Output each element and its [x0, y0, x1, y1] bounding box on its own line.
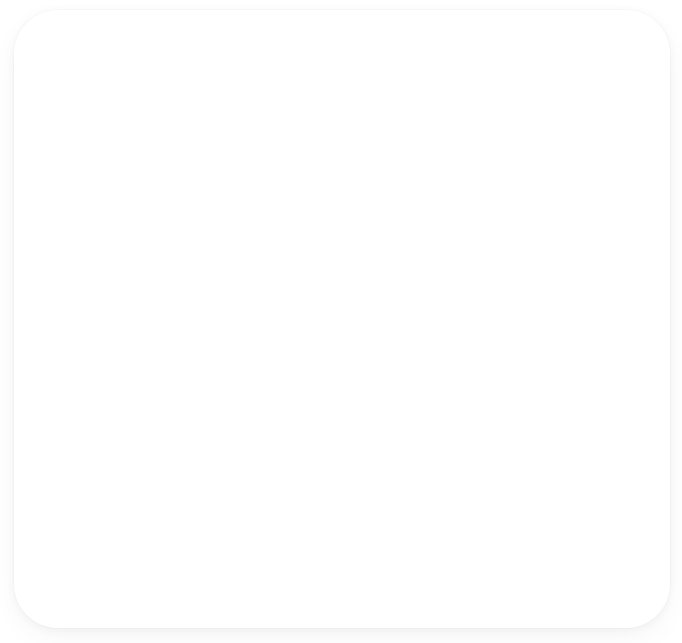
screen-canvas: [0, 0, 682, 643]
window-content-area: [14, 10, 670, 628]
blank-window: [14, 10, 670, 628]
